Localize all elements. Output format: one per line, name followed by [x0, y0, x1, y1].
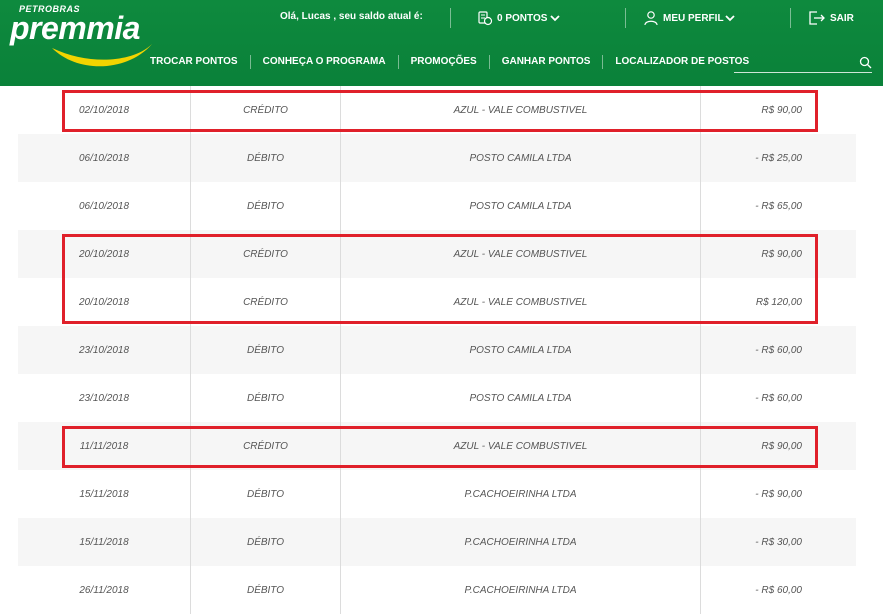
tx-value: - R$ 65,00	[755, 200, 802, 212]
table-row: 23/10/2018 DÉBITO POSTO CAMILA LTDA - R$ 60…	[18, 374, 856, 422]
tx-description: POSTO CAMILA LTDA	[341, 134, 701, 182]
table-row: 26/11/2018 DÉBITO P.CACHOEIRINHA LTDA - R$ …	[18, 566, 856, 614]
tx-description: P.CACHOEIRINHA LTDA	[341, 566, 701, 614]
tx-date: 20/10/2018	[18, 278, 191, 326]
tx-value: R$ 120,00	[755, 296, 802, 308]
search-input[interactable]	[734, 52, 853, 73]
profile-label: MEU PERFIL	[663, 12, 724, 24]
tx-description: AZUL - VALE COMBUSTIVEL	[341, 422, 701, 470]
tx-type: DÉBITO	[191, 566, 341, 614]
tx-description: AZUL - VALE COMBUSTIVEL	[341, 230, 701, 278]
premmia-logo[interactable]: PETROBRAS premmia	[10, 4, 155, 68]
tx-type: CRÉDITO	[191, 230, 341, 278]
tx-type: CRÉDITO	[191, 278, 341, 326]
main-nav: TROCAR PONTOS CONHEÇA O PROGRAMA PROMOÇÕ…	[138, 48, 761, 76]
tx-value: - R$ 90,00	[755, 488, 802, 500]
logout-label: SAIR	[830, 12, 854, 24]
tx-value: - R$ 60,00	[755, 344, 802, 356]
tx-date: 11/11/2018	[18, 422, 191, 470]
tx-description: POSTO CAMILA LTDA	[341, 182, 701, 230]
nav-item-conheca-o-programa[interactable]: CONHEÇA O PROGRAMA	[249, 55, 398, 69]
chevron-down-icon	[550, 15, 561, 22]
tx-date: 06/10/2018	[18, 134, 191, 182]
tx-date: 15/11/2018	[18, 470, 191, 518]
table-row: 06/10/2018 DÉBITO POSTO CAMILA LTDA - R$ 65…	[18, 182, 856, 230]
table-row: 23/10/2018 DÉBITO POSTO CAMILA LTDA - R$ 60…	[18, 326, 856, 374]
search-box	[734, 52, 872, 73]
user-icon	[644, 11, 658, 26]
tx-value: - R$ 60,00	[755, 584, 802, 596]
tx-description: POSTO CAMILA LTDA	[341, 326, 701, 374]
table-row: 20/10/2018 CRÉDITO AZUL - VALE COMBUSTIVEL…	[18, 230, 856, 278]
points-label: 0 PONTOS	[497, 12, 548, 24]
table-row: 11/11/2018 CRÉDITO AZUL - VALE COMBUSTIVEL…	[18, 422, 856, 470]
tx-type: DÉBITO	[191, 134, 341, 182]
table-row: 20/10/2018 CRÉDITO AZUL - VALE COMBUSTIVEL…	[18, 278, 856, 326]
tx-type: DÉBITO	[191, 374, 341, 422]
tx-description: AZUL - VALE COMBUSTIVEL	[341, 278, 701, 326]
tx-value: R$ 90,00	[761, 248, 802, 260]
tx-date: 23/10/2018	[18, 374, 191, 422]
logout-icon	[809, 11, 825, 25]
tx-date: 02/10/2018	[18, 86, 191, 134]
tx-type: DÉBITO	[191, 182, 341, 230]
table-row: 15/11/2018 DÉBITO P.CACHOEIRINHA LTDA - R$ …	[18, 470, 856, 518]
transactions-table: 02/10/2018 CRÉDITO AZUL - VALE COMBUSTIVEL…	[18, 86, 856, 614]
tx-type: DÉBITO	[191, 518, 341, 566]
table-row: 02/10/2018 CRÉDITO AZUL - VALE COMBUSTIVEL…	[18, 86, 856, 134]
chevron-down-icon	[724, 15, 735, 22]
greeting-text: Olá, Lucas , seu saldo atual é:	[280, 11, 423, 22]
points-menu[interactable]: 0 PONTOS	[477, 8, 561, 28]
tx-description: P.CACHOEIRINHA LTDA	[341, 518, 701, 566]
tx-date: 15/11/2018	[18, 518, 191, 566]
logout-button[interactable]: SAIR	[808, 8, 854, 28]
tx-description: P.CACHOEIRINHA LTDA	[341, 470, 701, 518]
tx-value: - R$ 30,00	[755, 536, 802, 548]
tx-date: 23/10/2018	[18, 326, 191, 374]
nav-item-promocoes[interactable]: PROMOÇÕES	[397, 55, 489, 69]
coins-icon	[478, 11, 493, 26]
tx-type: DÉBITO	[191, 470, 341, 518]
nav-item-ganhar-pontos[interactable]: GANHAR PONTOS	[488, 55, 603, 69]
tx-date: 06/10/2018	[18, 182, 191, 230]
profile-menu[interactable]: MEU PERFIL	[643, 8, 735, 28]
header-divider	[625, 8, 626, 28]
tx-type: CRÉDITO	[191, 422, 341, 470]
table-row: 15/11/2018 DÉBITO P.CACHOEIRINHA LTDA - R$ …	[18, 518, 856, 566]
search-icon[interactable]	[859, 56, 872, 69]
tx-value: - R$ 60,00	[755, 392, 802, 404]
tx-date: 26/11/2018	[18, 566, 191, 614]
tx-description: POSTO CAMILA LTDA	[341, 374, 701, 422]
header-divider	[790, 8, 791, 28]
table-row: 06/10/2018 DÉBITO POSTO CAMILA LTDA - R$ 25…	[18, 134, 856, 182]
header-divider	[450, 8, 451, 28]
site-header: PETROBRAS premmia Olá, Lucas , seu saldo…	[0, 0, 883, 86]
tx-description: AZUL - VALE COMBUSTIVEL	[341, 86, 701, 134]
nav-item-trocar-pontos[interactable]: TROCAR PONTOS	[138, 55, 250, 69]
tx-date: 20/10/2018	[18, 230, 191, 278]
tx-value: R$ 90,00	[761, 104, 802, 116]
tx-type: DÉBITO	[191, 326, 341, 374]
tx-value: R$ 90,00	[761, 440, 802, 452]
tx-type: CRÉDITO	[191, 86, 341, 134]
tx-value: - R$ 25,00	[755, 152, 802, 164]
